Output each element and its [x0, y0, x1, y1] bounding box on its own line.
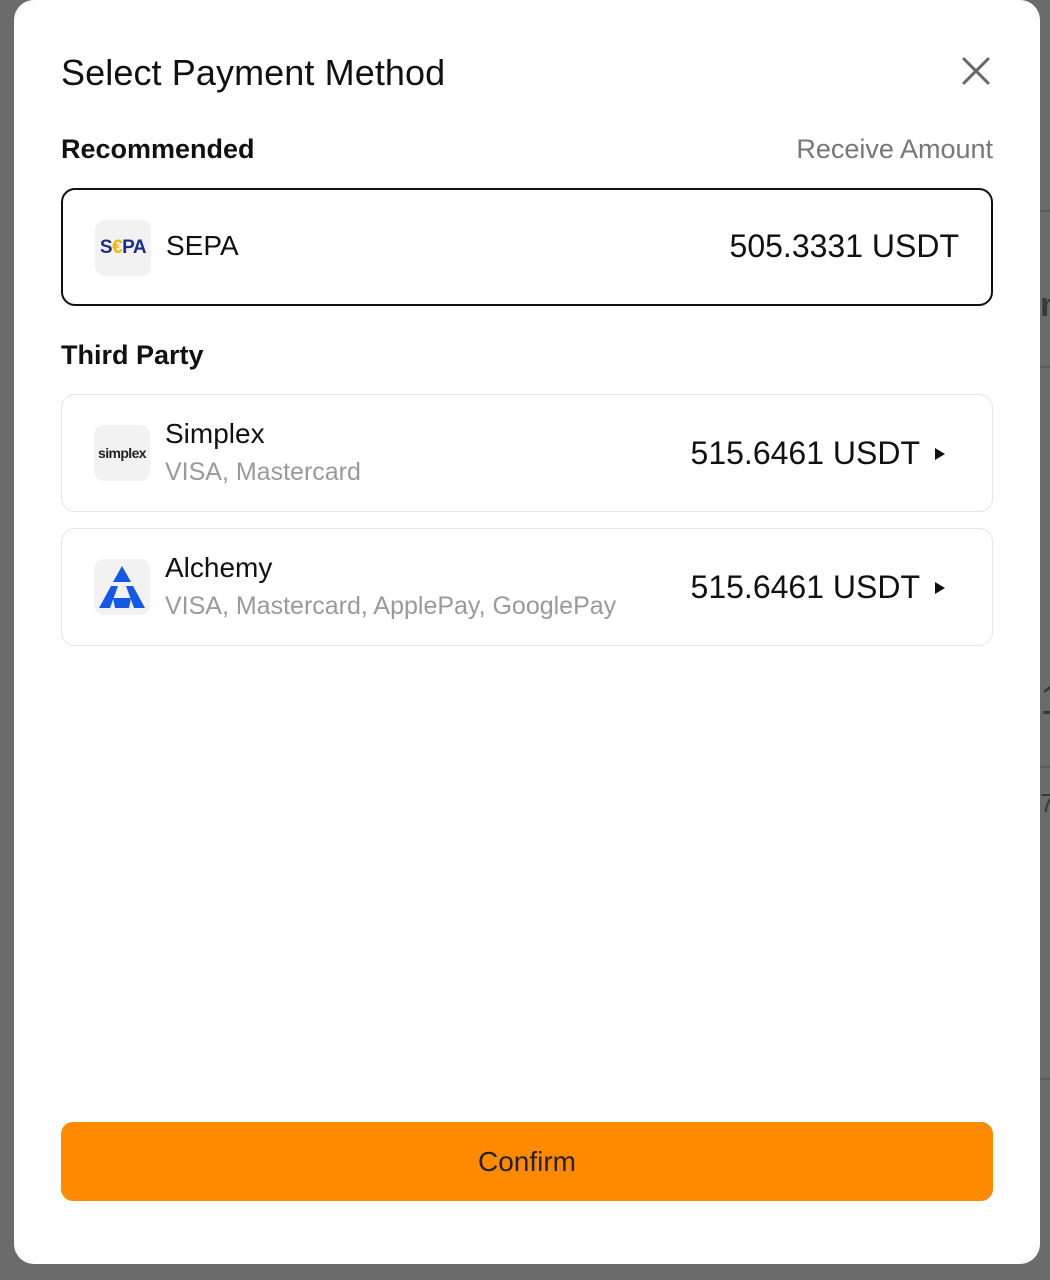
close-icon	[962, 57, 990, 85]
modal-title: Select Payment Method	[61, 52, 446, 93]
method-amount: 515.6461 USDT	[690, 569, 920, 605]
method-amount: 505.3331 USDT	[729, 228, 959, 264]
payment-option-simplex[interactable]: simplex Simplex VISA, Mastercard 515.646…	[61, 394, 993, 512]
simplex-logo: simplex	[94, 425, 150, 481]
sepa-logo: S€PA	[95, 220, 151, 276]
payment-option-alchemy[interactable]: Alchemy VISA, Mastercard, ApplePay, Goog…	[61, 528, 993, 646]
method-name: Alchemy	[165, 552, 273, 583]
method-name: SEPA	[166, 230, 239, 261]
close-button[interactable]	[959, 54, 993, 88]
method-amount: 515.6461 USDT	[690, 435, 920, 471]
recommended-heading: Recommended	[61, 134, 255, 164]
background-text-fragment: n	[1040, 286, 1050, 325]
background-text-fragment: 1	[1040, 676, 1050, 724]
receive-amount-label: Receive Amount	[796, 134, 993, 164]
modal-header: Select Payment Method	[61, 50, 993, 100]
method-subtitle: VISA, Mastercard, ApplePay, GooglePay	[165, 592, 617, 620]
method-name: Simplex	[165, 418, 265, 449]
method-subtitle: VISA, Mastercard	[165, 458, 361, 486]
background-text-fragment: 7	[1040, 788, 1050, 818]
payment-method-modal: Select Payment Method Recommended Receiv…	[14, 0, 1040, 1264]
alchemy-logo-icon	[94, 559, 150, 615]
caret-right-icon	[935, 582, 945, 594]
payment-option-sepa[interactable]: S€PA SEPA 505.3331 USDT	[61, 188, 993, 306]
third-party-heading: Third Party	[61, 340, 204, 370]
confirm-button[interactable]: Confirm	[61, 1122, 993, 1201]
caret-right-icon	[935, 448, 945, 460]
